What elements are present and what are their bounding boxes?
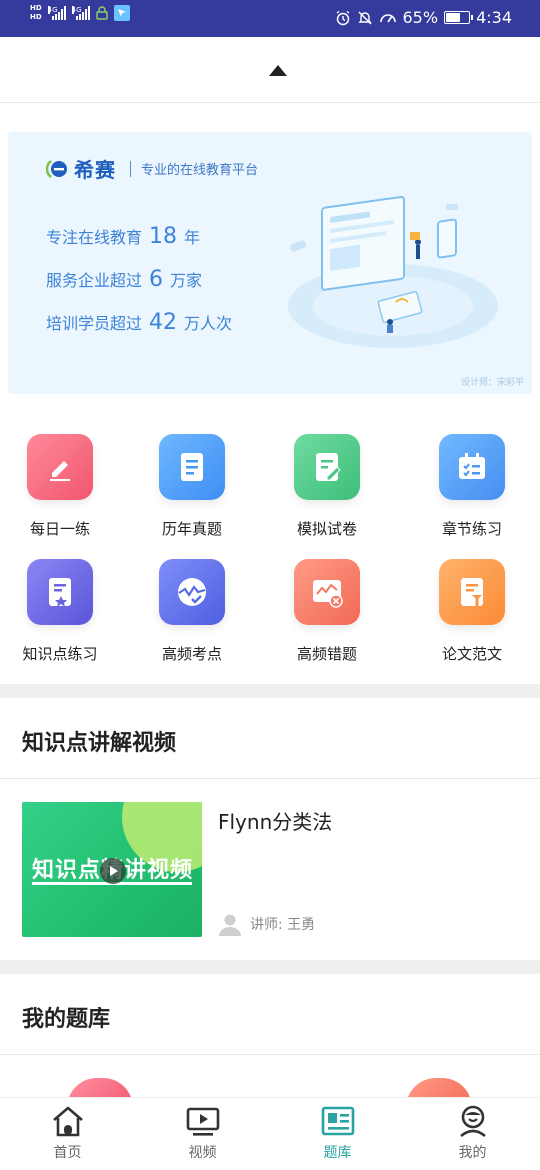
grid-label: 模拟试卷	[296, 520, 357, 538]
stat-number: 18	[149, 224, 178, 249]
data-saver-icon	[379, 13, 396, 22]
teacher-info: 讲师: 王勇	[218, 912, 315, 936]
bottom-tab-bar: 首页 视频 题库 我的	[0, 1097, 540, 1170]
designer-credit: 设计师：宋彩平	[460, 378, 524, 388]
grid-item-daily-practice[interactable]: 每日一练	[0, 434, 120, 539]
paper-pen-icon	[461, 578, 483, 606]
grid-item-hot-mistakes[interactable]: 高频错题	[267, 559, 387, 664]
signal-icon-2: 4G	[71, 6, 90, 20]
banner-stat-line: 培训学员超过 42 万人次	[46, 310, 232, 353]
hd-label-1: HD	[30, 4, 42, 12]
status-right: 65% 4:34	[335, 8, 512, 27]
play-icon[interactable]	[100, 858, 126, 884]
grid-icon-bg	[439, 434, 505, 500]
stat-prefix: 服务企业超过	[46, 271, 143, 290]
grid-icon-bg	[294, 559, 360, 625]
document-icon	[181, 453, 203, 481]
grid-label: 每日一练	[29, 520, 90, 538]
checklist-icon	[459, 453, 485, 479]
teacher-name: 讲师: 王勇	[250, 917, 316, 933]
stat-prefix: 培训学员超过	[46, 314, 143, 333]
tab-label: 视频	[188, 1145, 217, 1161]
video-icon	[186, 1107, 219, 1136]
status-bar: HD HD 4G 4G 65% 4:34	[0, 0, 540, 37]
bank-section-title: 我的题库	[22, 1007, 111, 1032]
grid-icon-bg	[159, 434, 225, 500]
status-left: HD HD 4G 4G	[30, 4, 130, 22]
grid-item-past-exams[interactable]: 历年真题	[132, 434, 252, 539]
banner-stats: 专注在线教育 18 年 服务企业超过 6 万家 培训学员超过 42 万人次	[46, 224, 232, 353]
banner-illustration	[288, 195, 498, 348]
user-avatar-icon	[219, 914, 241, 936]
grid-label: 高频错题	[296, 645, 357, 663]
pencil-icon	[50, 461, 70, 481]
grid-item-hot-points[interactable]: 高频考点	[132, 559, 252, 664]
signal-icon-1: 4G	[47, 6, 66, 20]
brand-tagline: 专业的在线教育平台	[141, 163, 259, 178]
home-icon	[52, 1106, 83, 1137]
edit-paper-icon	[316, 453, 341, 481]
grid-item-knowledge-practice[interactable]: 知识点练习	[0, 559, 120, 664]
tab-video[interactable]: 视频	[135, 1098, 270, 1162]
grid-icon-bg	[27, 434, 93, 500]
stat-suffix: 万家	[170, 271, 203, 290]
alarm-icon	[336, 10, 349, 25]
section-divider	[0, 960, 540, 974]
video-title[interactable]: Flynn分类法	[218, 806, 332, 835]
battery-fill	[446, 13, 460, 22]
network-type-2: 4G	[71, 6, 82, 14]
tab-label: 首页	[53, 1145, 82, 1161]
clock: 4:34	[476, 8, 512, 27]
battery-icon	[444, 11, 474, 24]
battery-percent: 65%	[402, 8, 439, 27]
stat-number: 42	[149, 310, 178, 335]
grid-label: 历年真题	[161, 520, 222, 538]
tab-label: 题库	[323, 1145, 352, 1161]
grid-item-chapter-practice[interactable]: 章节练习	[412, 434, 532, 539]
grid-label: 知识点练习	[22, 645, 98, 663]
network-type-1: 4G	[47, 6, 58, 14]
bookmark-paper-icon	[49, 578, 71, 607]
grid-label: 章节练习	[441, 520, 502, 538]
question-bank-icon	[321, 1106, 354, 1136]
profile-icon	[459, 1105, 486, 1138]
video-thumbnail[interactable]: 知识点精讲视频	[22, 802, 202, 937]
error-chart-icon	[313, 580, 343, 608]
tab-profile[interactable]: 我的	[405, 1098, 540, 1162]
logo-separator	[130, 160, 131, 177]
hd-label-2: HD	[30, 13, 42, 21]
lock-icon	[95, 6, 108, 20]
video-section-title: 知识点讲解视频	[22, 731, 177, 756]
stat-number: 6	[149, 267, 164, 292]
collapse-arrow-icon[interactable]	[269, 65, 287, 76]
stat-suffix: 万人次	[184, 314, 233, 333]
wave-check-icon	[178, 578, 206, 606]
collapse-bar[interactable]	[0, 37, 540, 103]
app-notification-icon	[113, 5, 130, 21]
grid-icon-bg	[159, 559, 225, 625]
grid-label: 高频考点	[161, 645, 222, 663]
brand-logo: 希赛 专业的在线教育平台	[46, 154, 258, 183]
grid-icon-bg	[439, 559, 505, 625]
stat-prefix: 专注在线教育	[46, 228, 143, 247]
tab-question-bank[interactable]: 题库	[270, 1098, 405, 1162]
grid-item-sample-papers[interactable]: 论文范文	[412, 559, 532, 664]
tab-home[interactable]: 首页	[0, 1098, 135, 1162]
grid-icon-bg	[294, 434, 360, 500]
section-divider	[0, 684, 540, 698]
brand-logo-icon	[46, 159, 67, 178]
banner-stat-line: 服务企业超过 6 万家	[46, 267, 232, 310]
stat-suffix: 年	[184, 228, 201, 247]
tab-label: 我的	[458, 1145, 487, 1161]
brand-name: 希赛	[74, 158, 116, 182]
hd-indicators: HD HD	[30, 4, 42, 22]
mute-bell-icon	[357, 10, 372, 25]
grid-item-mock-exam[interactable]: 模拟试卷	[267, 434, 387, 539]
promo-banner[interactable]: 希赛 专业的在线教育平台 专注在线教育 18 年 服务企业超过 6 万家 培训学…	[8, 132, 532, 394]
banner-stat-line: 专注在线教育 18 年	[46, 224, 232, 267]
section-rule	[0, 778, 540, 779]
section-rule	[0, 1054, 540, 1055]
grid-icon-bg	[27, 559, 93, 625]
grid-label: 论文范文	[441, 645, 502, 663]
